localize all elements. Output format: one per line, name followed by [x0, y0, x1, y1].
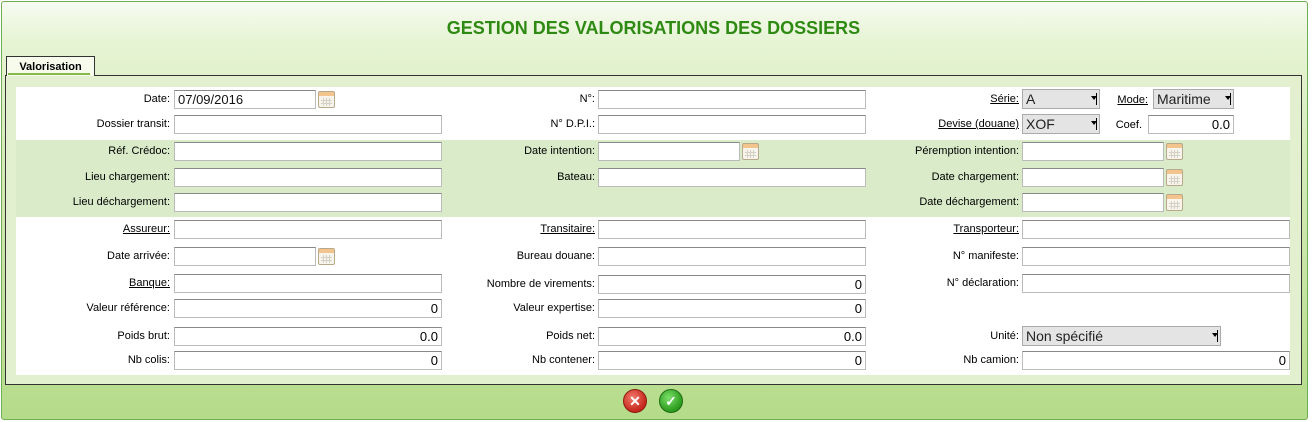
- calendar-icon[interactable]: [1166, 194, 1183, 211]
- calendar-icon[interactable]: [742, 143, 759, 160]
- transporteur-label[interactable]: Transporteur:: [953, 223, 1019, 235]
- serie-label: Série:: [990, 93, 1019, 105]
- nb-colis-input[interactable]: 0: [174, 351, 442, 370]
- date-intention-label: Date intention:: [524, 145, 595, 157]
- nb-camion-input[interactable]: 0: [1022, 351, 1290, 370]
- chevron-down-icon: [1091, 118, 1097, 130]
- date-arrivee-label: Date arrivée:: [107, 250, 170, 262]
- banque-input[interactable]: [174, 274, 442, 293]
- serie-value: A: [1026, 91, 1036, 107]
- numero-input[interactable]: [598, 90, 866, 109]
- date-dechargement-label: Date déchargement:: [919, 196, 1019, 208]
- cancel-button[interactable]: ✕: [623, 389, 647, 413]
- valeur-reference-input[interactable]: 0: [174, 299, 442, 318]
- numero-declaration-input[interactable]: [1022, 274, 1290, 293]
- transporteur-input[interactable]: [1022, 220, 1290, 239]
- valeur-reference-label: Valeur référence:: [86, 302, 170, 314]
- lieu-chargement-input[interactable]: [174, 168, 442, 187]
- numero-manifeste-label: N° manifeste:: [952, 250, 1019, 262]
- unite-value: Non spécifié: [1026, 328, 1104, 344]
- dossier-transit-label: Dossier transit:: [96, 118, 170, 130]
- lieu-dechargement-label: Lieu déchargement:: [72, 196, 170, 208]
- nombre-virements-label: Nombre de virements:: [486, 278, 595, 290]
- numero-declaration-label: N° déclaration:: [946, 277, 1019, 289]
- calendar-icon[interactable]: [1166, 169, 1183, 186]
- devise-value: XOF: [1026, 116, 1055, 132]
- ref-credoc-input[interactable]: [174, 142, 442, 161]
- transitaire-input[interactable]: [598, 220, 866, 239]
- devise-label: Devise (douane): [938, 118, 1019, 130]
- devise-select[interactable]: XOF: [1022, 114, 1100, 134]
- date-arrivee-input[interactable]: [174, 247, 316, 266]
- unite-select[interactable]: Non spécifié: [1022, 326, 1221, 346]
- chevron-down-icon: [1225, 93, 1231, 105]
- valeur-expertise-input[interactable]: 0: [598, 299, 866, 318]
- numero-dpi-label: N° D.P.I.:: [550, 118, 595, 130]
- date-intention-input[interactable]: [598, 142, 740, 161]
- nb-conteneur-label: Nb contener:: [532, 354, 595, 366]
- poids-net-input[interactable]: 0.0: [598, 327, 866, 346]
- mode-label: Mode:: [1117, 94, 1148, 106]
- poids-brut-label: Poids brut:: [117, 330, 170, 342]
- chevron-down-icon: [1212, 330, 1218, 342]
- validate-button[interactable]: ✓: [659, 389, 683, 413]
- poids-brut-input[interactable]: 0.0: [174, 327, 442, 346]
- page-title: GESTION DES VALORISATIONS DES DOSSIERS: [446, 18, 861, 38]
- mode-select[interactable]: Maritime: [1153, 89, 1234, 109]
- banque-label[interactable]: Banque:: [129, 277, 170, 289]
- nombre-virements-input[interactable]: 0: [598, 275, 866, 294]
- unite-label: Unité:: [990, 330, 1019, 342]
- calendar-icon[interactable]: [318, 248, 335, 265]
- nb-conteneur-input[interactable]: 0: [598, 351, 866, 370]
- numero-dpi-input[interactable]: [598, 115, 866, 134]
- mode-value: Maritime: [1157, 91, 1211, 107]
- dossier-transit-input[interactable]: [174, 115, 442, 134]
- coef-input[interactable]: 0.0: [1148, 115, 1234, 134]
- check-icon: ✓: [665, 393, 677, 409]
- lieu-chargement-label: Lieu chargement:: [85, 171, 170, 183]
- bateau-input[interactable]: [598, 168, 866, 187]
- coef-label: Coef.: [1115, 119, 1142, 131]
- tab-underline: [8, 73, 90, 75]
- peremption-intention-input[interactable]: [1022, 142, 1164, 161]
- lieu-dechargement-input[interactable]: [174, 193, 442, 212]
- valeur-expertise-label: Valeur expertise:: [513, 302, 595, 314]
- calendar-icon[interactable]: [1166, 143, 1183, 160]
- calendar-icon[interactable]: [318, 91, 335, 108]
- poids-net-label: Poids net:: [546, 330, 595, 342]
- bateau-label: Bateau:: [557, 171, 595, 183]
- date-dechargement-input[interactable]: [1022, 193, 1164, 212]
- ref-credoc-label: Réf. Crédoc:: [108, 145, 170, 157]
- nb-colis-label: Nb colis:: [127, 354, 170, 366]
- date-chargement-label: Date chargement:: [931, 171, 1019, 183]
- assureur-input[interactable]: [174, 220, 442, 239]
- chevron-down-icon: [1091, 93, 1097, 105]
- nb-camion-label: Nb camion:: [963, 354, 1019, 366]
- date-label: Date:: [143, 93, 170, 105]
- transitaire-label[interactable]: Transitaire:: [540, 223, 595, 235]
- assureur-label[interactable]: Assureur:: [123, 223, 170, 235]
- peremption-intention-label: Péremption intention:: [915, 145, 1019, 157]
- date-chargement-input[interactable]: [1022, 168, 1164, 187]
- numero-label: N°:: [579, 93, 595, 105]
- numero-manifeste-input[interactable]: [1022, 247, 1290, 266]
- bureau-douane-input[interactable]: [598, 247, 866, 266]
- close-icon: ✕: [629, 393, 641, 409]
- date-input[interactable]: 07/09/2016: [174, 90, 316, 109]
- serie-select[interactable]: A: [1022, 89, 1100, 109]
- bureau-douane-label: Bureau douane:: [516, 250, 595, 262]
